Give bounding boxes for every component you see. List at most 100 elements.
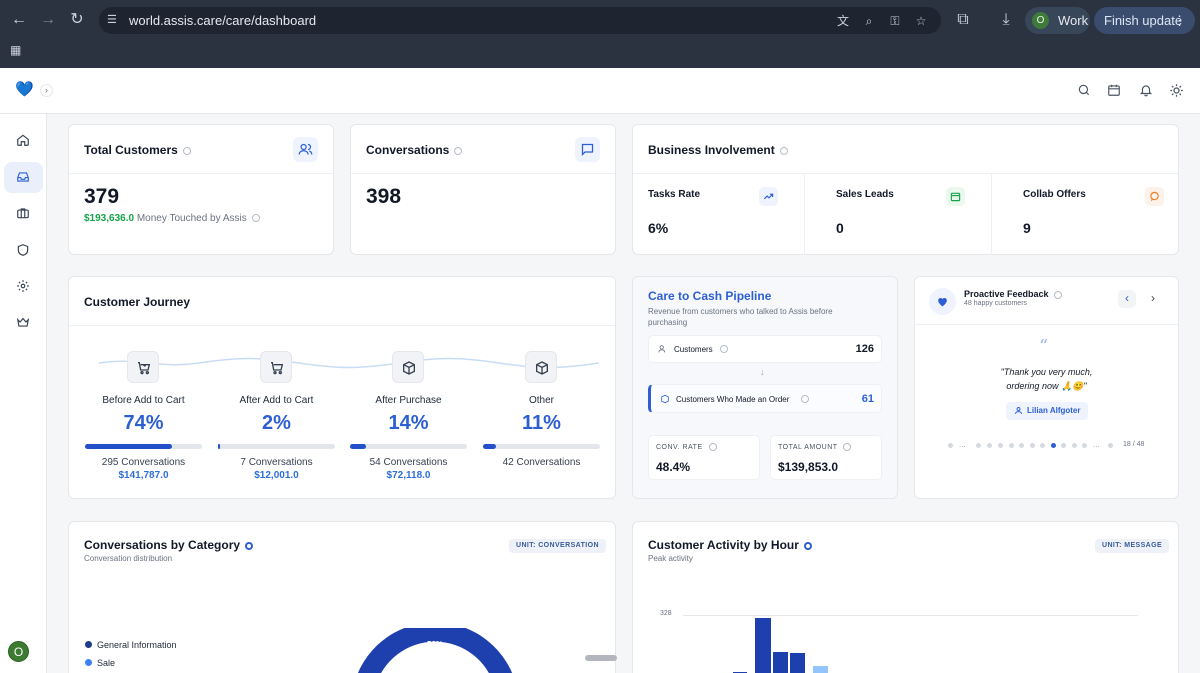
info-icon — [709, 443, 717, 451]
download-icon[interactable]: ⤓ — [995, 9, 1017, 31]
address-bar[interactable]: ☰ world.assis.care/care/dashboard 文 ⌕ ⚿ … — [99, 7, 941, 34]
activity-title: Customer Activity by Hour — [648, 538, 812, 552]
pagination-dot[interactable] — [948, 443, 953, 448]
forward-icon[interactable]: → — [37, 9, 59, 31]
business-involvement-card: Business Involvement Tasks Rate 6% Sales… — [632, 124, 1179, 255]
finish-update-button[interactable]: Finish update ⋮ — [1094, 7, 1195, 34]
pagination-dot-active[interactable] — [1051, 443, 1056, 448]
pipeline-title: Care to Cash Pipeline — [648, 289, 772, 303]
expand-sidebar-button[interactable]: › — [40, 84, 53, 97]
url-text[interactable]: world.assis.care/care/dashboard — [129, 7, 316, 34]
pagination-ellipsis-left: ... — [959, 440, 966, 449]
pagination-counter: 18 / 48 — [1123, 441, 1145, 448]
activity-bar[interactable] — [813, 666, 828, 673]
trending-up-icon — [759, 187, 778, 206]
finish-update-label: Finish update — [1104, 13, 1183, 28]
sidebar-item-settings[interactable] — [4, 271, 43, 302]
translate-icon[interactable]: 文 — [835, 13, 851, 29]
legend-item[interactable]: Sale — [85, 658, 115, 668]
ordered-value: 61 — [861, 393, 874, 405]
pagination-dot[interactable] — [1108, 443, 1113, 448]
category-subtitle: Conversation distribution — [84, 554, 173, 563]
calendar-icon[interactable] — [1106, 83, 1122, 99]
unit-badge: UNIT: MESSAGE — [1095, 539, 1170, 553]
activity-subtitle: Peak activity — [648, 554, 693, 563]
sidebar-item-briefcase[interactable] — [4, 198, 43, 229]
donut-chart[interactable] — [345, 628, 525, 673]
pagination-dot[interactable] — [1061, 443, 1066, 448]
pagination-dot[interactable] — [1009, 443, 1014, 448]
stage-progress — [85, 444, 202, 449]
users-icon — [658, 345, 666, 353]
stage-percent: 74% — [123, 412, 164, 434]
pagination-ellipsis-right: ... — [1093, 440, 1100, 449]
activity-bar-chart[interactable] — [703, 604, 903, 673]
pagination-dot[interactable] — [1030, 443, 1035, 448]
conv-rate-value: 48.4% — [656, 460, 691, 474]
pagination-dot[interactable] — [1082, 443, 1087, 448]
pagination-dot[interactable] — [1072, 443, 1077, 448]
y-axis-max-label: 328 — [660, 610, 672, 617]
scroll-handle[interactable] — [585, 655, 617, 661]
legend-item[interactable]: General Information — [85, 640, 177, 650]
heart-logo-icon[interactable]: 💙 — [15, 82, 34, 98]
extensions-icon[interactable]: ⧉ — [952, 9, 974, 31]
briefcase-icon — [17, 208, 29, 219]
pipeline-customers-row[interactable]: Customers 126 — [648, 335, 882, 363]
total-customers-value: 379 — [84, 185, 120, 208]
pagination-dot[interactable] — [1019, 443, 1024, 448]
profile-button[interactable]: O Work — [1025, 7, 1090, 34]
bell-icon[interactable] — [1138, 83, 1154, 99]
zoom-icon[interactable]: ⌕ — [861, 13, 877, 29]
pagination-dot[interactable] — [987, 443, 992, 448]
back-icon[interactable]: ← — [8, 9, 30, 31]
box-icon — [525, 351, 557, 383]
users-icon — [293, 137, 318, 162]
stage-conversations: 7 Conversations — [240, 457, 313, 468]
feedback-author[interactable]: Lilian Alfgoter — [1006, 402, 1088, 420]
inbox-icon — [17, 172, 29, 182]
stage-percent: 14% — [388, 412, 429, 434]
next-button[interactable]: › — [1144, 290, 1162, 308]
pagination-dot[interactable] — [998, 443, 1003, 448]
feedback-quote: "Thank you very much, ordering now 🙏😊" — [1000, 367, 1093, 391]
pagination-dot[interactable] — [1040, 443, 1045, 448]
sun-icon[interactable] — [1168, 83, 1184, 99]
stage-amount: $12,001.0 — [254, 470, 299, 481]
heart-icon — [929, 288, 956, 315]
reload-icon[interactable]: ↻ — [66, 9, 88, 31]
activity-bar[interactable] — [755, 618, 771, 673]
package-icon — [392, 351, 424, 383]
stage-conversations: 42 Conversations — [502, 457, 581, 468]
category-title: Conversations by Category — [84, 538, 254, 552]
activity-bar[interactable] — [790, 653, 805, 673]
customer-journey-title: Customer Journey — [84, 295, 191, 309]
legend-swatch — [85, 659, 92, 666]
prev-button[interactable]: ‹ — [1118, 290, 1136, 308]
site-info-icon[interactable]: ☰ — [107, 13, 121, 27]
category-card: Conversations by Category Conversation d… — [68, 521, 617, 673]
profile-avatar: O — [1032, 12, 1049, 29]
more-icon[interactable]: ⋮ — [1173, 7, 1186, 34]
stage-amount: $72,118.0 — [386, 470, 431, 481]
sidebar-item-crown[interactable] — [4, 307, 43, 338]
collab-offers-value: 9 — [1023, 220, 1031, 236]
pagination-dot[interactable] — [976, 443, 981, 448]
sidebar-item-shield[interactable] — [4, 235, 43, 266]
money-value: $193,636.0 — [84, 213, 135, 224]
user-avatar[interactable]: O — [8, 641, 29, 662]
info-icon — [454, 146, 463, 155]
feedback-card: Proactive Feedback 48 happy customers ‹ … — [914, 276, 1179, 499]
sidebar-item-home[interactable] — [4, 125, 43, 156]
pipeline-ordered-row[interactable]: Customers Who Made an Order 61 — [648, 384, 882, 413]
legend-swatch — [85, 641, 92, 648]
sidebar-item-inbox[interactable] — [4, 162, 43, 193]
info-icon — [1053, 290, 1062, 299]
stage-progress — [218, 444, 335, 449]
key-icon[interactable]: ⚿ — [887, 13, 903, 29]
star-icon[interactable]: ☆ — [913, 13, 929, 29]
search-icon[interactable] — [1076, 83, 1092, 99]
activity-bar[interactable] — [773, 652, 788, 673]
apps-grid-icon[interactable]: ▦ — [10, 44, 23, 57]
stage-label: Before Add to Cart — [102, 395, 185, 406]
